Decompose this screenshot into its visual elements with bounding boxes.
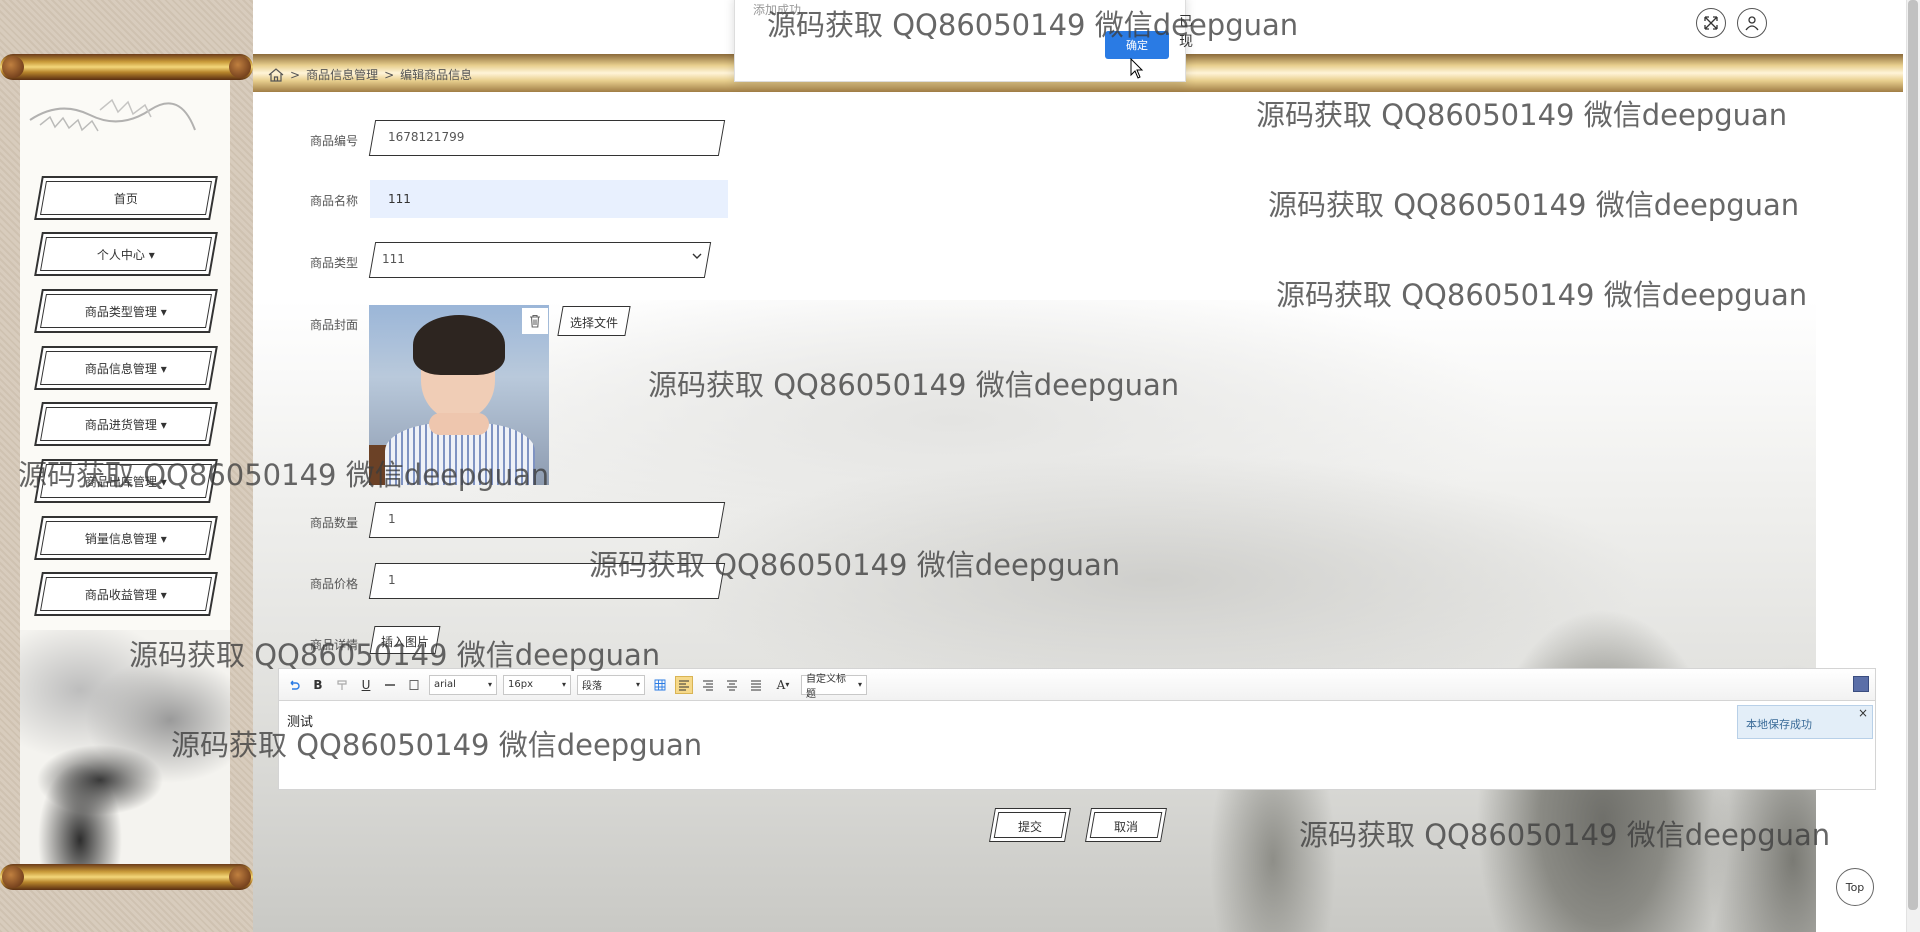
back-to-top-button[interactable]: Top	[1836, 868, 1874, 906]
cancel-label: 取消	[1113, 820, 1138, 834]
sidebar-item-label: 首页	[113, 191, 138, 206]
sidebar: 首页 个人中心 ▾ 商品类型管理 ▾ 商品信息管理 ▾ 商品进货管理 ▾ 商品出…	[0, 0, 253, 932]
submit-button[interactable]: 提交	[989, 808, 1071, 842]
product-code-field[interactable]: 1678121799	[368, 120, 726, 156]
breadcrumb-separator: >	[290, 67, 301, 82]
dialog-title: 添加成功	[753, 3, 802, 17]
watermark-text: 源码获取 QQ86050149 微信deepguan	[1268, 188, 1800, 222]
rod-end-left	[2, 56, 24, 78]
sidebar-item-label: 商品进货管理 ▾	[85, 417, 167, 432]
sidebar-item-label: 个人中心 ▾	[97, 247, 155, 262]
underline-icon[interactable]: U	[357, 676, 375, 694]
product-price-value: 1	[388, 573, 396, 587]
confirm-button[interactable]: 确定	[1105, 31, 1169, 59]
label-product-detail: 商品详情	[310, 638, 359, 652]
rod-end-right	[229, 56, 251, 78]
product-quantity-field[interactable]: 1	[368, 502, 726, 538]
product-type-value: 111	[382, 252, 405, 266]
clear-format-icon[interactable]	[405, 676, 423, 694]
page-scrollbar[interactable]	[1906, 0, 1920, 932]
scroll-rod-top	[0, 54, 253, 80]
sidebar-item-label: 商品出库管理 ▾	[85, 474, 167, 489]
rod-end-right	[229, 866, 251, 888]
sidebar-item-personal-center[interactable]: 个人中心 ▾	[34, 232, 218, 276]
sidebar-item-label: 商品信息管理 ▾	[85, 361, 167, 376]
background-right-margin	[1816, 0, 1920, 932]
sidebar-item-label: 商品类型管理 ▾	[85, 304, 167, 319]
breadcrumb-separator: >	[384, 67, 395, 82]
font-size-select[interactable]: 16px ▾	[503, 674, 571, 695]
editor-toolbar: B U arial ▾ 16px ▾ 段落 ▾ A ▾ 自定义标题 ▾	[279, 669, 1875, 701]
font-color-icon[interactable]: A ▾	[771, 676, 795, 694]
product-type-select[interactable]: 111	[368, 242, 712, 278]
custom-title-select[interactable]: 自定义标题 ▾	[801, 674, 867, 700]
rich-text-editor[interactable]: B U arial ▾ 16px ▾ 段落 ▾ A ▾ 自定义标题 ▾ 测试 本地保存成功…	[278, 668, 1876, 790]
sidebar-item-product-info[interactable]: 商品信息管理 ▾	[34, 346, 218, 390]
product-name-value: 111	[388, 192, 411, 206]
sidebar-item-product-type[interactable]: 商品类型管理 ▾	[34, 289, 218, 333]
bold-icon[interactable]: B	[309, 676, 327, 694]
label-product-price: 商品价格	[310, 577, 359, 591]
cancel-button[interactable]: 取消	[1085, 808, 1167, 842]
product-name-input[interactable]: 111	[370, 180, 728, 218]
sidebar-item-product-purchase[interactable]: 商品进货管理 ▾	[34, 402, 218, 446]
sidebar-item-sales-info[interactable]: 销量信息管理 ▾	[34, 516, 218, 560]
editor-content[interactable]: 测试	[287, 711, 313, 730]
ink-landscape-illustration	[20, 630, 230, 870]
watermark-text: 源码获取 QQ86050149 微信deepguan	[1256, 98, 1788, 132]
label-product-cover: 商品封面	[310, 318, 359, 332]
close-icon[interactable]: ×	[1858, 706, 1868, 720]
product-quantity-value: 1	[388, 512, 396, 526]
paragraph-select[interactable]: 段落 ▾	[577, 674, 645, 695]
label-product-code: 商品编号	[310, 134, 359, 148]
chevron-down-icon	[692, 253, 702, 259]
local-save-notification: 本地保存成功 ×	[1737, 705, 1873, 739]
sidebar-item-label: 商品收益管理 ▾	[85, 587, 167, 602]
align-left-icon[interactable]	[675, 675, 693, 694]
save-tip-text: 本地保存成功	[1746, 718, 1812, 731]
trash-icon[interactable]	[522, 308, 548, 334]
breadcrumb-item-product-info[interactable]: 商品信息管理	[306, 66, 378, 83]
mouse-cursor-icon	[1130, 58, 1144, 79]
product-code-value: 1678121799	[388, 130, 465, 144]
breadcrumb: > 商品信息管理 > 编辑商品信息	[268, 66, 472, 83]
editor-fullscreen-icon[interactable]	[1853, 676, 1869, 692]
scrollbar-thumb[interactable]	[1908, 0, 1918, 910]
table-icon[interactable]	[651, 676, 669, 694]
sidebar-item-label: 销量信息管理 ▾	[85, 531, 167, 546]
align-center-icon[interactable]	[723, 676, 741, 694]
fullscreen-icon[interactable]	[1696, 8, 1726, 38]
label-product-quantity: 商品数量	[310, 516, 359, 530]
rod-end-left	[2, 866, 24, 888]
font-family-select[interactable]: arial ▾	[429, 674, 497, 695]
user-icon[interactable]	[1737, 8, 1767, 38]
sidebar-item-product-revenue[interactable]: 商品收益管理 ▾	[34, 572, 218, 616]
label-product-type: 商品类型	[310, 256, 359, 270]
insert-image-button[interactable]: 插入图片	[369, 626, 441, 654]
pine-tree-illustration	[29, 98, 196, 132]
success-dialog: 添加成功 确定 已现	[734, 0, 1193, 82]
dialog-extra-text: 已现	[1179, 14, 1193, 50]
sidebar-item-home[interactable]: 首页	[34, 176, 218, 220]
home-icon[interactable]	[268, 67, 284, 82]
product-price-field[interactable]: 1	[368, 563, 726, 599]
undo-icon[interactable]	[285, 676, 303, 694]
align-justify-icon[interactable]	[747, 676, 765, 694]
choose-file-label: 选择文件	[569, 316, 618, 330]
align-right-icon[interactable]	[699, 676, 717, 694]
scroll-rod-bottom	[0, 864, 253, 890]
submit-label: 提交	[1017, 820, 1042, 834]
format-painter-icon[interactable]	[333, 676, 351, 694]
label-product-name: 商品名称	[310, 194, 359, 208]
sidebar-item-product-outbound[interactable]: 商品出库管理 ▾	[34, 459, 218, 503]
breadcrumb-item-edit-product: 编辑商品信息	[400, 68, 473, 82]
choose-file-button[interactable]: 选择文件	[557, 306, 631, 336]
insert-image-label: 插入图片	[380, 635, 429, 649]
horizontal-rule-icon[interactable]	[381, 676, 399, 694]
